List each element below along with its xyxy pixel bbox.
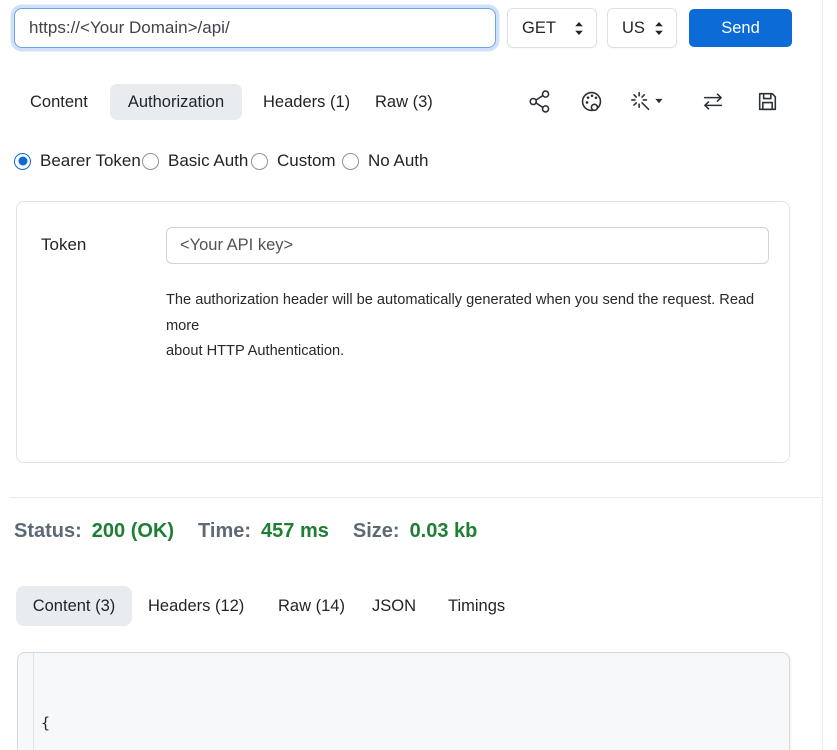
size-value: 0.03 kb: [410, 520, 478, 543]
response-tab-headers[interactable]: Headers (12): [132, 586, 260, 626]
response-size: Size: 0.03 kb: [353, 520, 478, 543]
response-time: Time: 457 ms: [198, 520, 329, 543]
auth-radio-custom[interactable]: Custom: [251, 150, 336, 172]
code-gutter: [18, 653, 34, 750]
api-client-app: GET US Send Content Authorization Header…: [0, 0, 837, 750]
magic-wand-dropdown-icon[interactable]: [628, 88, 668, 114]
token-label: Token: [41, 235, 86, 255]
region-select[interactable]: US: [607, 8, 677, 48]
updown-caret-icon: [654, 21, 664, 36]
response-body-viewer[interactable]: { "message": "API running." }: [17, 652, 790, 750]
tab-authorization[interactable]: Authorization: [110, 84, 242, 120]
share-nodes-icon[interactable]: [526, 88, 552, 114]
status-label: Status:: [14, 520, 82, 543]
response-tab-json[interactable]: JSON: [356, 586, 432, 626]
token-help-line1: The authorization header will be automat…: [166, 288, 771, 339]
json-line: {: [41, 711, 781, 736]
time-value: 457 ms: [261, 520, 329, 543]
method-select[interactable]: GET: [507, 8, 597, 48]
response-status-bar: Status: 200 (OK) Time: 457 ms Size: 0.03…: [14, 520, 477, 543]
save-icon[interactable]: [754, 88, 780, 114]
size-label: Size:: [353, 520, 400, 543]
radio-selected-icon: [14, 153, 31, 170]
status-value: 200 (OK): [92, 520, 174, 543]
auth-radio-basic-auth[interactable]: Basic Auth: [142, 150, 248, 172]
content-right-border: [822, 0, 823, 750]
token-help-line2: about HTTP Authentication.: [166, 339, 771, 365]
bearer-token-panel: Token The authorization header will be a…: [16, 201, 790, 463]
radio-unselected-icon: [342, 153, 359, 170]
tab-content[interactable]: Content: [14, 84, 104, 120]
token-help-text: The authorization header will be automat…: [166, 288, 771, 365]
response-tab-content[interactable]: Content (3): [16, 586, 132, 626]
send-button[interactable]: Send: [689, 9, 792, 47]
response-tab-timings[interactable]: Timings: [432, 586, 521, 626]
auth-radio-label: Custom: [277, 151, 336, 171]
palette-icon[interactable]: [578, 88, 604, 114]
tab-raw[interactable]: Raw (3): [359, 84, 449, 120]
time-label: Time:: [198, 520, 251, 543]
auth-radio-label: No Auth: [368, 151, 429, 171]
method-select-value: GET: [522, 19, 556, 38]
auth-radio-label: Bearer Token: [40, 151, 141, 171]
section-divider: [10, 497, 822, 498]
region-select-value: US: [622, 19, 645, 38]
response-json: { "message": "API running." }: [41, 662, 781, 750]
auth-radio-label: Basic Auth: [168, 151, 248, 171]
tab-headers[interactable]: Headers (1): [247, 84, 366, 120]
radio-unselected-icon: [142, 153, 159, 170]
radio-unselected-icon: [251, 153, 268, 170]
url-input[interactable]: [14, 8, 496, 48]
updown-caret-icon: [574, 21, 584, 36]
auth-radio-bearer-token[interactable]: Bearer Token: [14, 150, 141, 172]
token-input[interactable]: [166, 227, 769, 264]
auth-radio-no-auth[interactable]: No Auth: [342, 150, 429, 172]
swap-arrows-icon[interactable]: [700, 88, 726, 114]
status-code: Status: 200 (OK): [14, 520, 174, 543]
response-tab-raw[interactable]: Raw (14): [262, 586, 361, 626]
